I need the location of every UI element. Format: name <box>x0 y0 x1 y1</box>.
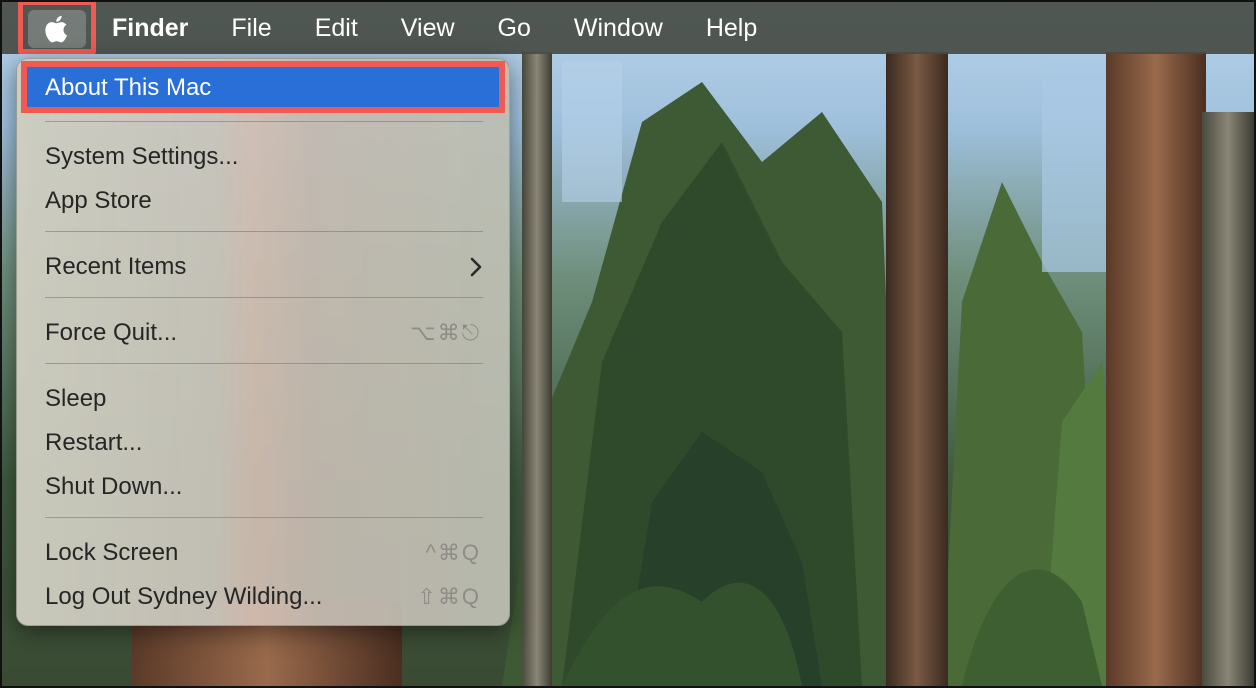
screen: Finder File Edit View Go Window Help Abo… <box>0 0 1256 688</box>
menu-edit[interactable]: Edit <box>315 14 358 43</box>
menu-item-label: About This Mac <box>45 74 212 101</box>
menu-separator <box>45 363 483 364</box>
menu-go[interactable]: Go <box>498 14 531 43</box>
chevron-right-icon <box>470 257 482 277</box>
menu-bar-items: Finder File Edit View Go Window Help <box>112 2 800 54</box>
keyboard-shortcut: ^⌘Q <box>425 540 481 565</box>
apple-logo-icon <box>45 15 67 43</box>
menu-finder[interactable]: Finder <box>112 14 188 43</box>
menu-separator <box>45 231 483 232</box>
apple-dropdown-menu: About This Mac System Settings... App St… <box>16 58 510 626</box>
menu-separator <box>45 121 483 122</box>
menu-item-label: Restart... <box>45 429 143 456</box>
menu-item-label: System Settings... <box>45 143 239 170</box>
menu-item-shut-down[interactable]: Shut Down... <box>17 467 509 507</box>
menu-item-label: Shut Down... <box>45 473 183 500</box>
menu-separator <box>45 297 483 298</box>
menu-item-recent-items[interactable]: Recent Items <box>17 247 509 287</box>
menu-window[interactable]: Window <box>574 14 663 43</box>
menu-item-restart[interactable]: Restart... <box>17 423 509 463</box>
menu-help[interactable]: Help <box>706 14 757 43</box>
apple-menu-button[interactable] <box>2 2 102 54</box>
menu-separator <box>45 517 483 518</box>
menu-item-label: Sleep <box>45 385 107 412</box>
menu-item-app-store[interactable]: App Store <box>17 181 509 221</box>
keyboard-shortcut: ⌥⌘⎋ <box>410 320 481 345</box>
menu-item-label: Lock Screen <box>45 539 179 566</box>
menu-view[interactable]: View <box>401 14 455 43</box>
menu-item-system-settings[interactable]: System Settings... <box>17 137 509 177</box>
menu-file[interactable]: File <box>231 14 271 43</box>
menu-item-label: Force Quit... <box>45 319 178 346</box>
menu-item-log-out[interactable]: Log Out Sydney Wilding... ⇧⌘Q <box>17 577 509 617</box>
keyboard-shortcut: ⇧⌘Q <box>417 584 481 609</box>
menu-item-label: App Store <box>45 187 152 214</box>
menu-item-sleep[interactable]: Sleep <box>17 379 509 419</box>
menu-item-label: Recent Items <box>45 253 187 280</box>
menu-item-force-quit[interactable]: Force Quit... ⌥⌘⎋ <box>17 313 509 353</box>
menu-bar: Finder File Edit View Go Window Help <box>2 2 1254 54</box>
menu-item-label: Log Out Sydney Wilding... <box>45 583 323 610</box>
menu-item-lock-screen[interactable]: Lock Screen ^⌘Q <box>17 533 509 573</box>
menu-item-about-this-mac[interactable]: About This Mac <box>21 61 505 113</box>
